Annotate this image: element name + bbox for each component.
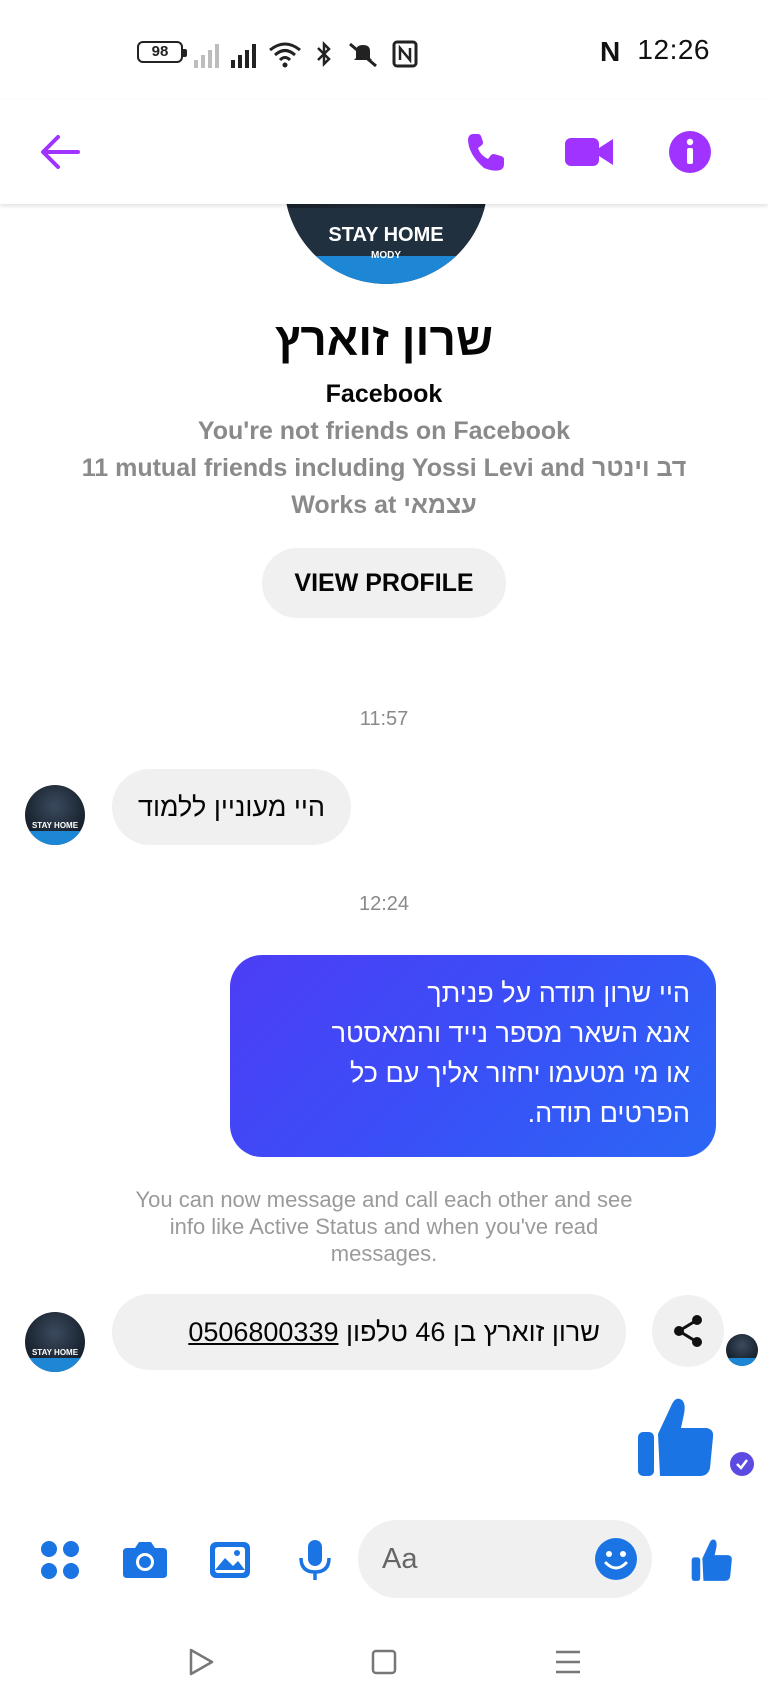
arrow-left-icon <box>41 135 80 169</box>
incoming-message-phone[interactable]: שרון זוארץ בן 46 טלפון 0506800339 <box>112 1294 626 1370</box>
message-text: שרון זוארץ בן 46 טלפון <box>346 1317 600 1347</box>
signal-1-icon <box>194 42 219 68</box>
emoji-icon[interactable] <box>594 1537 638 1581</box>
avatar-mody-text: MODY <box>371 250 401 261</box>
wifi-icon <box>269 42 301 68</box>
info-icon <box>669 131 711 173</box>
avatar-stay-home-text: STAY HOME <box>328 224 444 246</box>
info-button[interactable] <box>658 120 722 184</box>
camera-icon <box>123 1542 167 1578</box>
status-bar: 98 N 12:26 <box>0 0 768 100</box>
sender-avatar[interactable]: STAY HOME <box>25 1312 85 1372</box>
view-profile-button[interactable]: VIEW PROFILE <box>262 548 506 618</box>
message-line: אנא השאר מספר נייד והמאסטר <box>331 1018 690 1048</box>
outgoing-message[interactable]: היי שרון תודה על פניתך אנא השאר מספר ניי… <box>230 955 716 1157</box>
gallery-button[interactable] <box>198 1528 262 1592</box>
seen-indicator <box>730 1452 754 1476</box>
image-icon <box>210 1542 250 1578</box>
battery-indicator: 98 <box>137 41 187 63</box>
triangle-back-icon <box>189 1648 214 1676</box>
status-icons <box>194 36 418 68</box>
thumbs-up-icon <box>638 1398 714 1476</box>
profile-platform: Facebook <box>325 380 443 408</box>
message-line: הפרטים תודה. <box>527 1098 690 1128</box>
video-call-button[interactable] <box>557 120 621 184</box>
mute-icon <box>349 42 377 68</box>
chat-header <box>0 100 768 204</box>
microphone-icon <box>299 1540 331 1580</box>
phone-icon <box>468 134 504 171</box>
phone-number-link[interactable]: 0506800339 <box>188 1317 338 1347</box>
works-at: Works at עצמאי <box>291 491 477 519</box>
friend-status: You're not friends on Facebook <box>197 417 571 445</box>
nav-back-button[interactable] <box>176 1640 226 1684</box>
like-button[interactable] <box>680 1528 744 1592</box>
share-button[interactable] <box>652 1295 724 1367</box>
checkmark-icon <box>736 1459 748 1470</box>
microphone-button[interactable] <box>283 1528 347 1592</box>
message-line: או מי מטעמו יחזור אליך עם כל <box>350 1058 690 1088</box>
signal-2-icon <box>231 42 256 68</box>
apps-grid-icon <box>41 1541 79 1579</box>
incoming-message[interactable]: היי מעוניין ללמוד <box>112 769 352 845</box>
apps-button[interactable] <box>28 1528 92 1592</box>
nav-menu-button[interactable] <box>543 1640 593 1684</box>
sent-like[interactable] <box>636 1394 716 1485</box>
mutual-friends: 11 mutual friends including Yossi Levi a… <box>81 454 687 482</box>
read-receipt-avatar <box>726 1334 758 1366</box>
message-input-container <box>358 1520 652 1598</box>
call-button[interactable] <box>454 120 518 184</box>
bluetooth-icon <box>317 40 331 68</box>
back-button[interactable] <box>28 120 92 184</box>
video-camera-icon <box>565 138 613 166</box>
nfc-icon <box>392 40 418 68</box>
message-input[interactable] <box>382 1520 572 1598</box>
message-timestamp: 11:57 <box>359 708 409 730</box>
message-composer <box>0 1518 768 1602</box>
menu-icon <box>556 1650 580 1674</box>
square-home-icon <box>371 1649 397 1675</box>
connection-notice: You can now message and call each other … <box>135 1187 633 1266</box>
camera-button[interactable] <box>113 1528 177 1592</box>
nav-home-button[interactable] <box>359 1640 409 1684</box>
n-notification-icon: N <box>600 36 621 67</box>
message-line: היי שרון תודה על פניתך <box>427 978 690 1008</box>
system-nav-bar <box>0 1620 768 1707</box>
share-icon <box>674 1315 702 1347</box>
sender-avatar[interactable]: STAY HOME <box>25 785 85 845</box>
profile-name: שרון זוארץ <box>275 313 493 365</box>
thumbs-up-icon <box>691 1539 732 1581</box>
clock: 12:26 <box>637 34 710 65</box>
message-timestamp: 12:24 <box>358 893 410 915</box>
